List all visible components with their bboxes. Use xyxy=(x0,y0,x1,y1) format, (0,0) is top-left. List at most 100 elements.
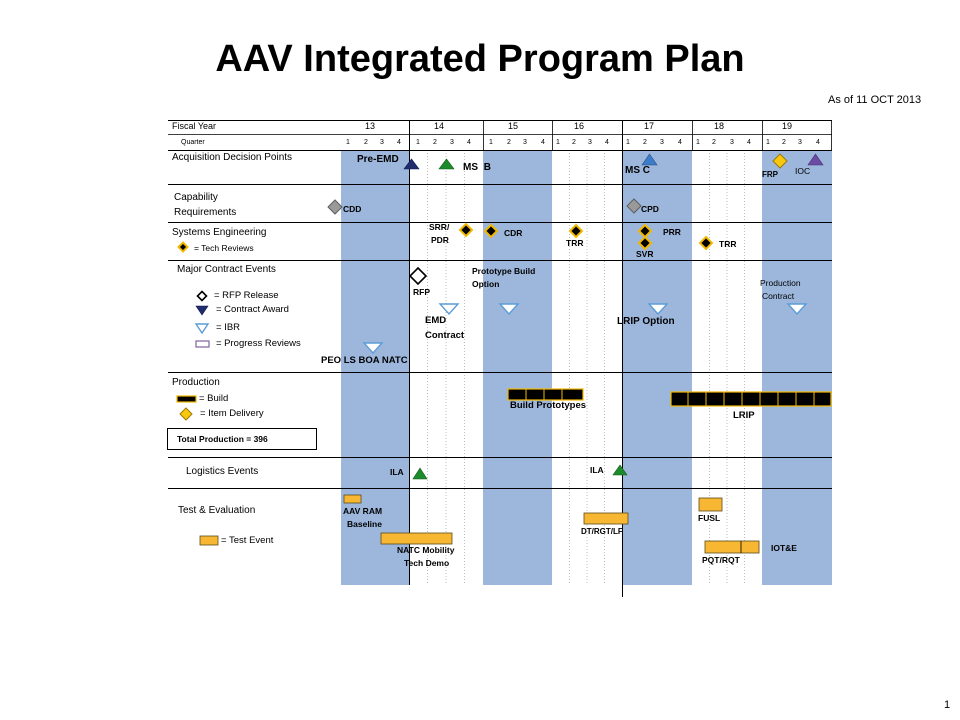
srr-pdr-label-line2: PDR xyxy=(431,235,449,245)
pre-emd-label: Pre-EMD xyxy=(357,154,399,165)
quarter-number: 3 xyxy=(798,139,802,146)
quarter-number: 3 xyxy=(588,139,592,146)
lrip-label: LRIP xyxy=(733,410,755,421)
prr-label: PRR xyxy=(663,227,681,237)
quarter-number: 3 xyxy=(450,139,454,146)
quarter-number: 4 xyxy=(467,139,471,146)
rfp-release-legend-icon xyxy=(196,290,208,302)
quarter-number: 4 xyxy=(747,139,751,146)
quarter-number: 4 xyxy=(397,139,401,146)
quarter-number: 2 xyxy=(643,139,647,146)
build-prototypes-bar xyxy=(507,388,584,401)
quarter-number: 1 xyxy=(346,139,350,146)
emd-contract-ibr-marker xyxy=(438,303,460,316)
year-label: 19 xyxy=(781,121,792,131)
test-event-legend-label: = Test Event xyxy=(221,535,274,546)
lrip-bar xyxy=(670,391,832,407)
build-legend-icon xyxy=(176,395,197,403)
fy19-column-shade xyxy=(762,150,832,585)
year-label: 16 xyxy=(573,121,584,131)
quarter-number: 4 xyxy=(678,139,682,146)
ms-b-label: MS B xyxy=(463,162,491,173)
total-production-label: Total Production = 396 xyxy=(177,434,268,444)
lrip-option-label: LRIP Option xyxy=(617,316,675,327)
production-row-label: Production xyxy=(172,377,220,388)
year-label: 17 xyxy=(643,121,654,131)
cdd-label: CDD xyxy=(343,204,362,214)
contracts-row-label: Major Contract Events xyxy=(177,264,276,275)
program-plan-graphics xyxy=(168,120,832,597)
dt-rgt-lf-test-bar xyxy=(583,512,629,525)
ioc-label: IOC xyxy=(795,166,811,176)
pqt-rqt-test-bar xyxy=(704,540,760,554)
tech-reviews-legend-label: = Tech Reviews xyxy=(194,243,254,253)
fusl-test-bar xyxy=(698,497,723,512)
ms-c-label: MS C xyxy=(625,165,650,176)
srr-pdr-review-marker xyxy=(458,222,474,238)
item-delivery-legend-icon xyxy=(179,407,193,421)
ila-marker-1 xyxy=(412,467,428,480)
quarter-number: 4 xyxy=(605,139,609,146)
trr-review-marker-2 xyxy=(698,235,714,251)
ibr-legend-icon xyxy=(194,323,210,335)
srr-pdr-label-line1: SRR/ xyxy=(429,222,450,232)
quarter-number: 1 xyxy=(416,139,420,146)
trr-review-marker xyxy=(568,223,584,239)
ms-b-milestone-marker xyxy=(438,158,455,170)
production-contract-label-line1: Production xyxy=(760,278,801,288)
quarter-number: 2 xyxy=(712,139,716,146)
quarter-number: 2 xyxy=(782,139,786,146)
build-legend-label: = Build xyxy=(199,393,229,404)
fiscal-year-label: Fiscal Year xyxy=(172,121,217,131)
test-event-legend-icon xyxy=(199,535,219,546)
fy17-column-shade xyxy=(622,150,692,585)
ila-label-2: ILA xyxy=(590,465,604,475)
quarter-number: 3 xyxy=(523,139,527,146)
quarter-number: 4 xyxy=(541,139,545,146)
rfp-label: RFP xyxy=(413,287,430,297)
page-number: 1 xyxy=(944,699,951,711)
quarter-number: 1 xyxy=(766,139,770,146)
lrip-bar-fill xyxy=(670,391,832,407)
as-of-date: As of 11 OCT 2013 xyxy=(828,94,922,106)
natc-mobility-label-line1: NATC Mobility xyxy=(397,545,455,555)
natc-mobility-test-bar xyxy=(380,532,453,545)
dt-rgt-lf-label: DT/RGT/LF xyxy=(581,527,623,536)
test-evaluation-row-label: Test & Evaluation xyxy=(178,505,256,516)
prototype-build-option-label-line1: Prototype Build xyxy=(472,266,536,276)
emd-contract-label-line2: Contract xyxy=(425,330,465,341)
svr-label: SVR xyxy=(636,249,654,259)
prototype-build-option-label-line2: Option xyxy=(472,279,500,289)
build-prototypes-bar-fill xyxy=(507,388,584,401)
slide: AAV Integrated Program Plan As of 11 OCT… xyxy=(0,0,960,720)
capability-row-label-line2: Requirements xyxy=(174,207,237,218)
pqt-rqt-label: PQT/RQT xyxy=(702,555,740,565)
quarter-number: 2 xyxy=(364,139,368,146)
systems-engineering-row-label: Systems Engineering xyxy=(172,227,267,238)
quarter-number: 1 xyxy=(556,139,560,146)
cdr-label: CDR xyxy=(504,228,523,238)
natc-mobility-label-line2: Tech Demo xyxy=(404,558,450,568)
trr-label-2: TRR xyxy=(719,239,737,249)
ila-label-1: ILA xyxy=(390,467,404,477)
frp-label: FRP xyxy=(762,170,778,179)
trr-label: TRR xyxy=(566,238,584,248)
year-label: 15 xyxy=(507,121,518,131)
total-production-box: Total Production = 396 xyxy=(167,428,317,450)
logistics-row-label: Logistics Events xyxy=(186,466,259,477)
progress-reviews-legend-label: = Progress Reviews xyxy=(216,338,301,349)
quarter-number: 3 xyxy=(380,139,384,146)
aav-ram-baseline-label-line2: Baseline xyxy=(347,519,382,529)
quarter-number: 2 xyxy=(507,139,511,146)
capability-row-label-line1: Capability xyxy=(174,192,218,203)
acquisition-row-label: Acquisition Decision Points xyxy=(172,152,293,163)
contract-award-legend-icon xyxy=(195,305,209,316)
contract-award-legend-label: = Contract Award xyxy=(216,304,289,315)
ibr-legend-label: = IBR xyxy=(216,322,241,333)
fusl-label: FUSL xyxy=(698,513,721,523)
rfp-release-legend-label: = RFP Release xyxy=(214,290,279,301)
year-label: 13 xyxy=(364,121,375,131)
iot-e-label: IOT&E xyxy=(771,543,797,553)
quarter-number: 1 xyxy=(626,139,630,146)
item-delivery-legend-label: = Item Delivery xyxy=(200,408,264,419)
